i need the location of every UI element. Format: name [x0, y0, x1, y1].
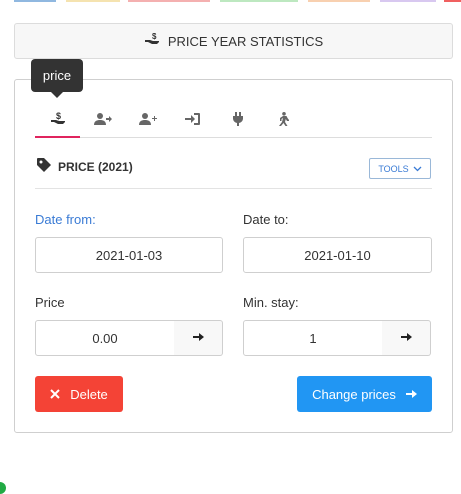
chevron-down-icon [413, 164, 422, 174]
svg-text:$: $ [152, 33, 157, 41]
change-prices-button[interactable]: Change prices [297, 376, 432, 412]
hand-coin-icon: $ [50, 111, 66, 132]
tools-dropdown-button[interactable]: TOOLS [369, 158, 431, 179]
date-to-label: Date to: [243, 212, 289, 227]
tab-walk[interactable] [260, 105, 305, 137]
color-strip-1 [14, 0, 56, 2]
header-title: PRICE YEAR STATISTICS [167, 33, 324, 49]
color-strip-3 [128, 0, 210, 2]
delete-label: Delete [70, 386, 108, 402]
tab-price[interactable]: $ [35, 105, 80, 138]
section-title-text: PRICE (2021) [58, 159, 133, 174]
color-strip-6 [380, 0, 436, 2]
price-year-statistics-button[interactable]: $ PRICE YEAR STATISTICS [14, 23, 453, 59]
delete-button[interactable]: Delete [35, 376, 123, 412]
price-apply-button[interactable] [174, 320, 223, 356]
change-prices-label: Change prices [312, 386, 396, 402]
arrow-right-icon [405, 387, 417, 402]
tab-utilities[interactable] [215, 105, 260, 137]
plug-icon [232, 111, 244, 131]
date-from-field[interactable]: 2021-01-03 [35, 237, 223, 273]
close-icon [50, 387, 60, 402]
user-arrow-icon [93, 112, 112, 131]
tab-tooltip: price [31, 59, 83, 92]
tab-guests[interactable] [80, 105, 125, 137]
price-label: Price [35, 295, 65, 310]
tools-label: TOOLS [378, 163, 409, 174]
min-stay-label: Min. stay: [243, 295, 299, 310]
arrow-right-icon [192, 329, 204, 347]
tab-add-guest[interactable] [125, 105, 170, 137]
date-from-label: Date from: [35, 212, 96, 227]
section-divider [35, 188, 432, 189]
hand-coin-icon: $ [144, 32, 160, 50]
price-field[interactable]: 0.00 [35, 320, 175, 356]
color-strip-7 [444, 0, 461, 2]
tab-bar: $ [35, 105, 432, 138]
walking-icon [277, 111, 289, 131]
color-strip-4 [220, 0, 298, 2]
date-to-field[interactable]: 2021-01-10 [243, 237, 432, 273]
user-plus-icon [138, 112, 157, 131]
tooltip-arrow [51, 92, 63, 98]
color-strip-2 [66, 0, 120, 2]
sign-in-icon [184, 112, 201, 131]
min-stay-apply-button[interactable] [382, 320, 431, 356]
section-title: PRICE (2021) [36, 157, 133, 176]
color-strip-5 [308, 0, 370, 2]
min-stay-field[interactable]: 1 [243, 320, 383, 356]
tag-icon [36, 157, 52, 176]
svg-text:$: $ [56, 111, 61, 121]
status-dot [0, 482, 6, 494]
tab-check-in[interactable] [170, 105, 215, 137]
arrow-right-icon [400, 329, 412, 347]
